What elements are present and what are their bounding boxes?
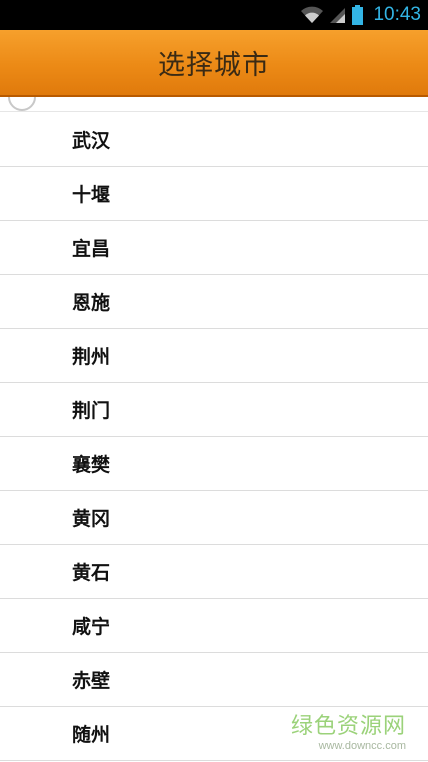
- city-label: 咸宁: [72, 616, 111, 638]
- signal-icon: [330, 6, 346, 24]
- title-bar: 选择城市: [0, 30, 428, 97]
- city-list: 武汉 十堰 宜昌 恩施 荆州 荆门 襄樊 黄冈 黄石 咸宁 赤壁 随州: [0, 113, 428, 761]
- city-label: 赤壁: [72, 670, 111, 692]
- city-label: 荆门: [72, 400, 111, 422]
- watermark-brand: 绿色资源网: [290, 714, 406, 739]
- city-item-yichang[interactable]: 宜昌: [0, 221, 428, 275]
- refresh-spinner-icon: [8, 97, 36, 111]
- city-label: 襄樊: [72, 454, 111, 476]
- city-label: 随州: [72, 724, 111, 746]
- city-label: 黄石: [72, 562, 111, 584]
- city-item-huanggang[interactable]: 黄冈: [0, 491, 428, 545]
- city-label: 武汉: [72, 130, 111, 152]
- watermark: 绿色资源网 www.downcc.com: [291, 708, 406, 752]
- wifi-icon: [300, 6, 324, 24]
- city-item-huangshi[interactable]: 黄石: [0, 545, 428, 599]
- city-item-shiyan[interactable]: 十堰: [0, 167, 428, 221]
- city-item-enshi[interactable]: 恩施: [0, 275, 428, 329]
- city-item-jingzhou[interactable]: 荆州: [0, 329, 428, 383]
- city-item-xiangfan[interactable]: 襄樊: [0, 437, 428, 491]
- city-item-wuhan[interactable]: 武汉: [0, 113, 428, 167]
- watermark-url: www.downcc.com: [318, 740, 406, 752]
- city-item-xianning[interactable]: 咸宁: [0, 599, 428, 653]
- city-item-chibi[interactable]: 赤壁: [0, 653, 428, 707]
- status-bar: 10:43: [0, 0, 428, 30]
- city-label: 十堰: [72, 184, 111, 206]
- city-item-jingmen[interactable]: 荆门: [0, 383, 428, 437]
- clock-time: 10:43: [373, 4, 421, 25]
- pull-to-refresh-header: [0, 97, 428, 112]
- battery-icon: [352, 5, 364, 25]
- city-label: 黄冈: [72, 508, 111, 530]
- city-label: 恩施: [72, 292, 111, 314]
- city-label: 宜昌: [72, 238, 111, 260]
- page-title: 选择城市: [158, 50, 270, 81]
- city-label: 荆州: [72, 346, 111, 368]
